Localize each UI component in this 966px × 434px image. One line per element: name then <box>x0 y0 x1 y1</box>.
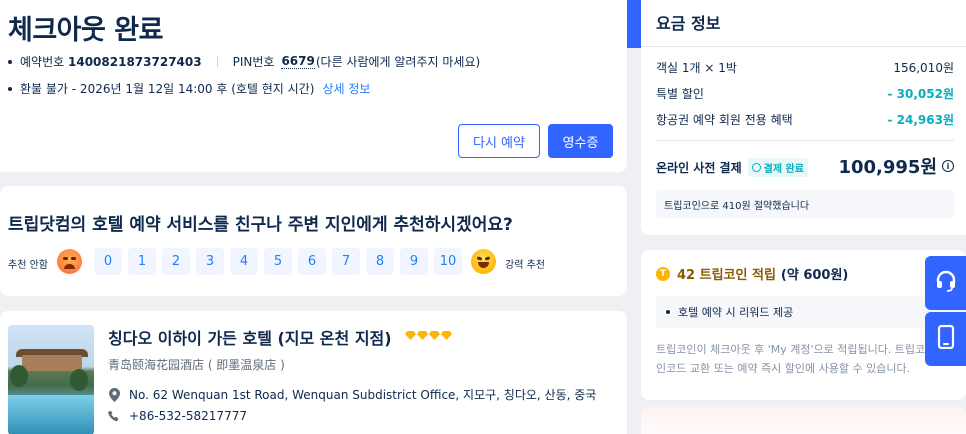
tripcoin-icon: T <box>656 266 670 281</box>
receipt-button[interactable]: 영수증 <box>548 124 613 158</box>
divider <box>216 56 218 67</box>
score-button-8[interactable]: 8 <box>366 248 394 275</box>
check-circle-icon <box>751 163 761 172</box>
bullet-dot <box>666 310 670 314</box>
checkout-card: 체크아웃 완료 예약번호 1400821873727403 PIN번호 6679… <box>0 0 627 172</box>
score-button-7[interactable]: 7 <box>332 248 360 275</box>
diamond-icon <box>417 331 428 340</box>
hotel-phone[interactable]: +86-532-58217777 <box>129 409 247 423</box>
smartphone-icon <box>937 324 955 353</box>
booking-info-row: 예약번호 1400821873727403 PIN번호 6679 (다른 사람에… <box>8 53 480 70</box>
promo-card <box>641 407 966 434</box>
hotel-address: No. 62 Wenquan 1st Road, Wenquan Subdist… <box>129 388 597 402</box>
tripcoin-amount: 42 트립코인 적립 <box>677 268 776 283</box>
score-button-4[interactable]: 4 <box>230 248 258 275</box>
hotel-card: 칭다오 이하이 가든 호텔 (지모 온천 지점) 青岛颐海花园酒店 ( 即墨温泉… <box>0 311 627 434</box>
pricing-card: 요금 정보 객실 1개 × 1박 156,010원 특별 할인 - 30,052… <box>641 0 966 235</box>
score-button-5[interactable]: 5 <box>264 248 292 275</box>
recommend-survey-card: 트립닷컴의 호텔 예약 서비스를 친구나 주변 지인에게 추천하시겠어요? 추천… <box>0 186 627 296</box>
hotel-name[interactable]: 칭다오 이하이 가든 호텔 (지모 온천 지점) <box>108 325 392 349</box>
phone-icon <box>108 410 120 422</box>
score-button-10[interactable]: 10 <box>434 248 462 275</box>
mobile-app-button[interactable] <box>925 312 966 366</box>
total-label-group: 온라인 사전 결제 결제 완료 <box>656 158 808 177</box>
tripcoin-reward-box: 호텔 예약 시 리워드 제공 <box>656 296 966 328</box>
paid-badge: 결제 완료 <box>747 158 808 177</box>
hotel-photo[interactable] <box>8 325 94 434</box>
bullet-dot <box>8 86 12 91</box>
diamond-rating <box>405 331 452 340</box>
hotel-local-name: 青岛颐海花园酒店 ( 即墨温泉店 ) <box>108 358 285 372</box>
pin-note: (다른 사람에게 알려주지 마세요) <box>315 55 481 69</box>
rebook-button[interactable]: 다시 예약 <box>458 124 540 158</box>
location-pin-icon <box>108 387 120 402</box>
tripcoin-title: T 42 트립코인 적립 (약 600원) <box>656 264 848 283</box>
refund-row: 환불 불가 - 2026년 1월 12일 14:00 후 (호텔 현지 시간) … <box>8 80 370 97</box>
info-icon[interactable]: i <box>942 160 954 172</box>
score-button-6[interactable]: 6 <box>298 248 326 275</box>
score-button-3[interactable]: 3 <box>196 248 224 275</box>
low-score-label: 추천 안함 <box>8 260 48 271</box>
hotel-phone-row: +86-532-58217777 <box>108 409 247 423</box>
tripcoin-reward-text: 호텔 예약 시 리워드 제공 <box>678 306 794 319</box>
survey-question: 트립닷컴의 호텔 예약 서비스를 친구나 주변 지인에게 추천하시겠어요? <box>8 215 513 235</box>
coin-savings-note: 트립코인으로 410원 절약했습니다 <box>656 190 954 218</box>
hotel-address-row: No. 62 Wenquan 1st Road, Wenquan Subdist… <box>108 386 596 403</box>
price-row: 특별 할인 - 30,052원 <box>656 85 954 102</box>
section-accent-bar <box>627 0 641 48</box>
score-button-2[interactable]: 2 <box>162 248 190 275</box>
pricing-title: 요금 정보 <box>656 14 721 33</box>
paid-badge-label: 결제 완료 <box>763 164 804 175</box>
divider <box>641 46 966 47</box>
price-row: 객실 1개 × 1박 156,010원 <box>656 59 954 76</box>
price-row: 항공권 예약 회원 전용 혜택 - 24,963원 <box>656 111 954 128</box>
total-price: 100,995원 <box>838 157 937 178</box>
score-button-1[interactable]: 1 <box>128 248 156 275</box>
total-price-group: 100,995원 i <box>838 153 954 179</box>
price-row-label: 항공권 예약 회원 전용 혜택 <box>656 113 793 127</box>
laughing-face-icon <box>471 249 496 274</box>
total-label: 온라인 사전 결제 <box>656 161 742 175</box>
tripcoin-card: T 42 트립코인 적립 (약 600원) 호텔 예약 시 리워드 제공 트립코… <box>641 250 966 400</box>
price-row-label: 객실 1개 × 1박 <box>656 61 737 75</box>
angry-face-icon <box>57 249 82 274</box>
bullet-dot <box>8 59 12 64</box>
booking-number: 1400821873727403 <box>68 54 202 69</box>
price-row-value: 156,010원 <box>893 61 954 75</box>
tripcoin-value: (약 600원) <box>780 268 849 283</box>
score-button-0[interactable]: 0 <box>94 248 122 275</box>
refund-policy: 환불 불가 - 2026년 1월 12일 14:00 후 (호텔 현지 시간) <box>20 82 315 96</box>
customer-support-button[interactable] <box>925 256 966 310</box>
diamond-icon <box>429 331 440 340</box>
headset-icon <box>935 270 957 296</box>
diamond-icon <box>405 331 416 340</box>
pin-label: PIN번호 <box>232 55 275 69</box>
price-row-value: - 24,963원 <box>887 113 954 127</box>
tripcoin-description: 트립코인이 체크아웃 후 'My 계정'으로 적립됩니다. 트립코인은 할인코드… <box>656 343 960 375</box>
pin-number: 6679 <box>281 54 315 69</box>
price-row-label: 특별 할인 <box>656 87 704 101</box>
refund-details-link[interactable]: 상세 정보 <box>322 80 370 97</box>
score-button-9[interactable]: 9 <box>400 248 428 275</box>
booking-number-label: 예약번호 <box>20 55 65 69</box>
high-score-label: 강력 추천 <box>505 260 545 271</box>
price-row-value: - 30,052원 <box>887 87 954 101</box>
diamond-icon <box>441 331 452 340</box>
divider <box>656 140 954 141</box>
page-title: 체크아웃 완료 <box>8 15 163 46</box>
